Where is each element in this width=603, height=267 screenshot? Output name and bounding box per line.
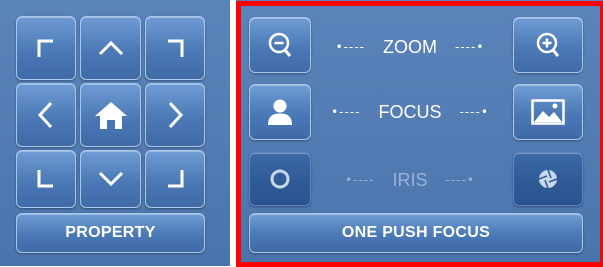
pan-up-left-button[interactable] [16, 16, 76, 80]
person-icon [268, 99, 292, 125]
chevron-up-icon [98, 40, 123, 56]
one-push-focus-label: ONE PUSH FOCUS [341, 224, 491, 241]
iris-arrow-right: ----• [445, 173, 475, 187]
zoom-in-button[interactable] [513, 17, 583, 73]
focus-arrow-left: •---- [331, 105, 361, 119]
corner-down-right-icon [168, 170, 184, 188]
aperture-icon [538, 169, 558, 189]
iris-label: IRIS [392, 169, 428, 190]
pan-left-button[interactable] [16, 83, 76, 147]
pan-up-right-button[interactable] [145, 16, 205, 80]
tilt-up-button[interactable] [80, 16, 141, 80]
zoom-label: ZOOM [383, 36, 437, 57]
iris-open-ring-icon [270, 169, 290, 189]
chevron-right-icon [168, 101, 184, 129]
chevron-left-icon [37, 101, 53, 129]
property-label: PROPERTY [65, 224, 156, 241]
iris-row: •---- IRIS ----• [315, 165, 505, 195]
focus-arrow-right: ----• [459, 105, 489, 119]
chevron-down-icon [98, 171, 123, 187]
corner-up-left-icon [37, 39, 53, 57]
zoom-arrow-right: ----• [455, 40, 485, 54]
corner-up-right-icon [168, 39, 184, 57]
pan-down-left-button[interactable] [16, 150, 76, 208]
zoom-row: •---- ZOOM ----• [315, 32, 505, 62]
landscape-icon [531, 99, 565, 125]
iris-arrow-left: •---- [345, 173, 375, 187]
focus-label: FOCUS [378, 101, 442, 122]
focus-near-button[interactable] [249, 84, 311, 140]
tilt-down-button[interactable] [80, 150, 141, 208]
corner-down-left-icon [37, 170, 53, 188]
zoom-out-icon [268, 32, 292, 57]
focus-row: •---- FOCUS ----• [315, 97, 505, 127]
zoom-in-icon [536, 32, 560, 57]
home-button[interactable] [80, 83, 141, 147]
pan-down-right-button[interactable] [145, 150, 205, 208]
property-button[interactable]: PROPERTY [16, 213, 205, 253]
one-push-focus-button[interactable]: ONE PUSH FOCUS [249, 213, 583, 253]
iris-close-button[interactable] [249, 152, 311, 206]
zoom-out-button[interactable] [249, 17, 311, 73]
iris-open-button[interactable] [513, 152, 583, 206]
pan-right-button[interactable] [145, 83, 205, 147]
home-icon [94, 102, 127, 129]
focus-far-button[interactable] [513, 84, 583, 140]
zoom-arrow-left: •---- [335, 40, 365, 54]
